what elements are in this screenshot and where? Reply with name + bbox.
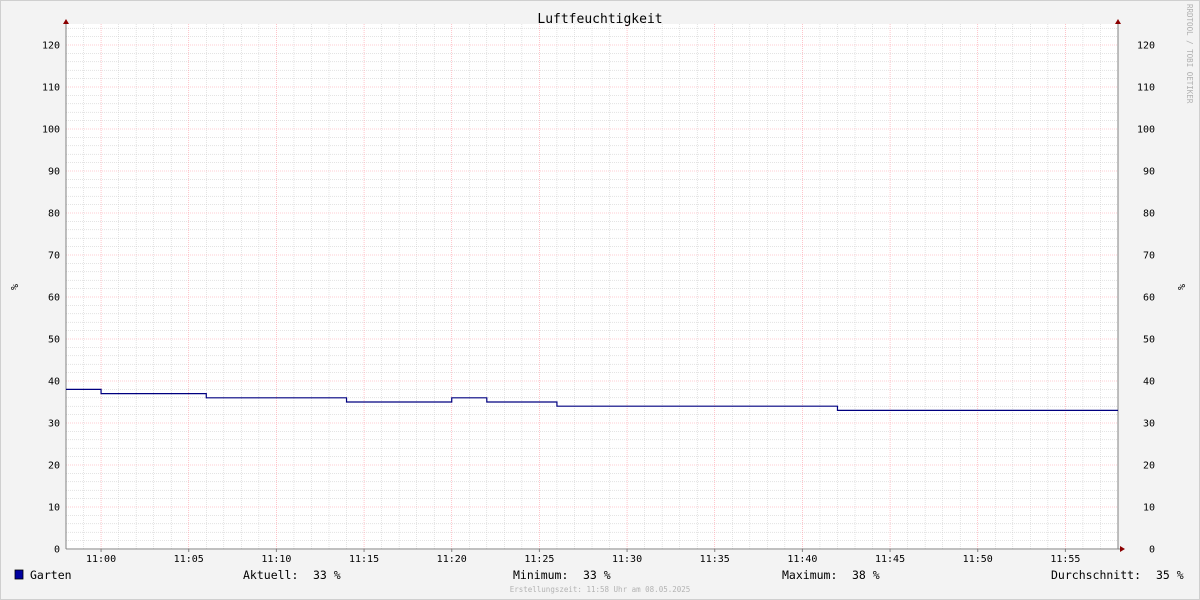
y-tick-label-left: 110	[42, 83, 60, 94]
y-tick-label-left: 120	[42, 41, 60, 52]
y-axis-right: 0 10 20 30 40 50 60 70 80 90 100 110 120	[1137, 41, 1155, 556]
legend-max-label: Maximum:	[782, 568, 837, 582]
x-tick-label: 11:20	[437, 554, 467, 565]
chart-title: Luftfeuchtigkeit	[537, 12, 662, 27]
y-tick-label-left: 50	[48, 335, 60, 346]
watermark: RRDTOOL / TOBI OETIKER	[1185, 4, 1194, 104]
y-tick-label-right: 70	[1143, 251, 1155, 262]
legend-current-value: 33 %	[313, 568, 341, 582]
y-tick-label-left: 20	[48, 461, 60, 472]
y-tick-label-right: 100	[1137, 125, 1155, 136]
legend-min-label: Minimum:	[513, 568, 568, 582]
y-axis-label-right: %	[1175, 284, 1186, 290]
y-tick-label-right: 50	[1143, 335, 1155, 346]
y-tick-label-left: 40	[48, 377, 60, 388]
y-tick-label-right: 90	[1143, 167, 1155, 178]
x-tick-label: 11:30	[612, 554, 642, 565]
legend-current-label: Aktuell:	[243, 568, 298, 582]
y-tick-label-left: 60	[48, 293, 60, 304]
x-tick-label: 11:50	[963, 554, 993, 565]
y-tick-label-right: 60	[1143, 293, 1155, 304]
y-tick-label-left: 100	[42, 125, 60, 136]
y-tick-label-right: 40	[1143, 377, 1155, 388]
legend-series-name: Garten	[30, 568, 72, 582]
legend-max-value: 38 %	[852, 568, 880, 582]
legend-avg-value: 35 %	[1156, 568, 1184, 582]
x-tick-label: 11:15	[349, 554, 379, 565]
x-tick-label: 11:00	[86, 554, 116, 565]
y-tick-label-left: 30	[48, 419, 60, 430]
y-axis-arrow-left	[63, 19, 69, 24]
y-tick-label-right: 120	[1137, 41, 1155, 52]
legend-swatch	[14, 569, 24, 580]
y-tick-label-right: 10	[1143, 503, 1155, 514]
x-tick-label: 11:25	[524, 554, 554, 565]
y-tick-label-left: 0	[54, 545, 60, 556]
x-tick-label: 11:35	[700, 554, 730, 565]
humidity-chart: 0 10 20 30 40 50 60 70 80 90 100 110 120 0 10 20 30 40 50…	[8, 4, 1194, 594]
y-tick-label-right: 30	[1143, 419, 1155, 430]
y-axis-label-left: %	[8, 284, 19, 290]
x-tick-label: 11:40	[787, 554, 817, 565]
x-tick-label: 11:05	[174, 554, 204, 565]
y-tick-label-left: 80	[48, 209, 60, 220]
minor-grid	[65, 24, 1119, 549]
y-tick-label-right: 80	[1143, 209, 1155, 220]
y-tick-label-right: 20	[1143, 461, 1155, 472]
y-tick-label-right: 0	[1149, 545, 1155, 556]
creation-timestamp: Erstellungszeit: 11:58 Uhr am 08.05.2025	[510, 585, 691, 594]
x-axis-arrow	[1120, 546, 1125, 552]
x-tick-label: 11:45	[875, 554, 905, 565]
y-tick-label-left: 90	[48, 167, 60, 178]
legend-avg-label: Durchschnitt:	[1051, 568, 1141, 582]
legend-min-value: 33 %	[583, 568, 611, 582]
x-tick-label: 11:55	[1050, 554, 1080, 565]
y-tick-label-left: 70	[48, 251, 60, 262]
x-axis: 11:00 11:05 11:10 11:15 11:20 11:25 11:30 11:35…	[86, 549, 1080, 565]
y-tick-label-left: 10	[48, 503, 60, 514]
y-axis-arrow-right	[1115, 19, 1121, 24]
y-axis-left: 0 10 20 30 40 50 60 70 80 90 100 110 120	[42, 41, 60, 556]
x-tick-label: 11:10	[261, 554, 291, 565]
y-tick-label-right: 110	[1137, 83, 1155, 94]
